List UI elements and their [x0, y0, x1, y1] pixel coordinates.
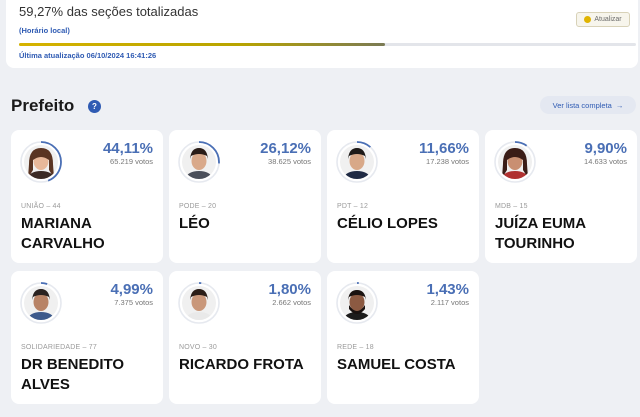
help-icon[interactable]: ?	[88, 100, 101, 113]
party-number: MDB – 15	[495, 203, 528, 210]
candidate-name: Célio Lopes	[337, 215, 438, 232]
candidate-photo	[19, 281, 63, 325]
candidate-photo	[177, 281, 221, 325]
local-time-note: (Horário local)	[19, 26, 70, 35]
totalization-progress-card: 59,27% das seções totalizadas (Horário l…	[6, 0, 638, 68]
vote-count: 65.219 votos	[110, 157, 153, 166]
vote-count: 38.625 votos	[268, 157, 311, 166]
candidate-card[interactable]: 44,11% 65.219 votos UNIÃO – 44 Mariana C…	[11, 130, 163, 263]
candidate-card[interactable]: 1,80% 2.662 votos NOVO – 30 Ricardo Frot…	[169, 271, 321, 404]
vote-count: 14.633 votos	[584, 157, 627, 166]
party-number: NOVO – 30	[179, 344, 217, 351]
candidate-photo	[335, 140, 379, 184]
candidate-card[interactable]: 11,66% 17.238 votos PDT – 12 Célio Lopes	[327, 130, 479, 263]
party-number: REDE – 18	[337, 344, 374, 351]
candidate-card[interactable]: 26,12% 38.625 votos PODE – 20 Léo	[169, 130, 321, 263]
last-update-text: Última atualização 06/10/2024 16:41:26	[19, 51, 157, 60]
party-number: SOLIDARIEDADE – 77	[21, 344, 97, 351]
candidate-name: Léo	[179, 215, 210, 232]
candidate-card[interactable]: 9,90% 14.633 votos MDB – 15 Juíza Euma T…	[485, 130, 637, 263]
vote-percentage: 9,90%	[584, 140, 627, 157]
candidate-name: Mariana Carvalho	[21, 215, 105, 252]
candidate-photo	[177, 140, 221, 184]
candidate-card[interactable]: 1,43% 2.117 votos REDE – 18 Samuel Costa	[327, 271, 479, 404]
party-number: PDT – 12	[337, 203, 369, 210]
vote-percentage: 44,11%	[102, 140, 153, 157]
refresh-icon	[584, 16, 592, 23]
party-number: UNIÃO – 44	[21, 203, 61, 210]
candidate-name: Juíza Euma Tourinho	[495, 215, 586, 252]
vote-percentage: 1,80%	[268, 281, 311, 298]
candidate-name: Dr Benedito Alves	[21, 356, 125, 393]
update-button[interactable]: Atualizar	[576, 12, 630, 27]
vote-percentage: 4,99%	[110, 281, 153, 298]
see-full-list-button[interactable]: Ver lista completa →	[540, 96, 636, 114]
party-number: PODE – 20	[179, 203, 217, 210]
vote-percentage: 1,43%	[426, 281, 469, 298]
vote-percentage: 26,12%	[260, 140, 311, 157]
see-full-list-label: Ver lista completa	[552, 100, 612, 110]
candidate-name: Ricardo Frota	[179, 356, 304, 373]
vote-count: 7.375 votos	[114, 298, 153, 307]
totalization-progress-fill	[19, 43, 385, 46]
vote-percentage: 11,66%	[418, 140, 469, 157]
section-title: Prefeito	[11, 96, 75, 115]
totalization-progress-bar	[19, 43, 636, 46]
vote-count: 2.117 votos	[430, 298, 469, 307]
arrow-right-icon: →	[615, 100, 624, 110]
candidate-name: Samuel Costa	[337, 356, 456, 373]
vote-count: 2.662 votos	[272, 298, 311, 307]
totalization-percentage-text: 59,27% das seções totalizadas	[19, 4, 199, 19]
candidate-photo	[19, 140, 63, 184]
candidate-photo	[335, 281, 379, 325]
update-button-label: Atualizar	[594, 16, 622, 23]
vote-count: 17.238 votos	[426, 157, 469, 166]
candidate-photo	[493, 140, 537, 184]
candidate-card[interactable]: 4,99% 7.375 votos SOLIDARIEDADE – 77 Dr …	[11, 271, 163, 404]
